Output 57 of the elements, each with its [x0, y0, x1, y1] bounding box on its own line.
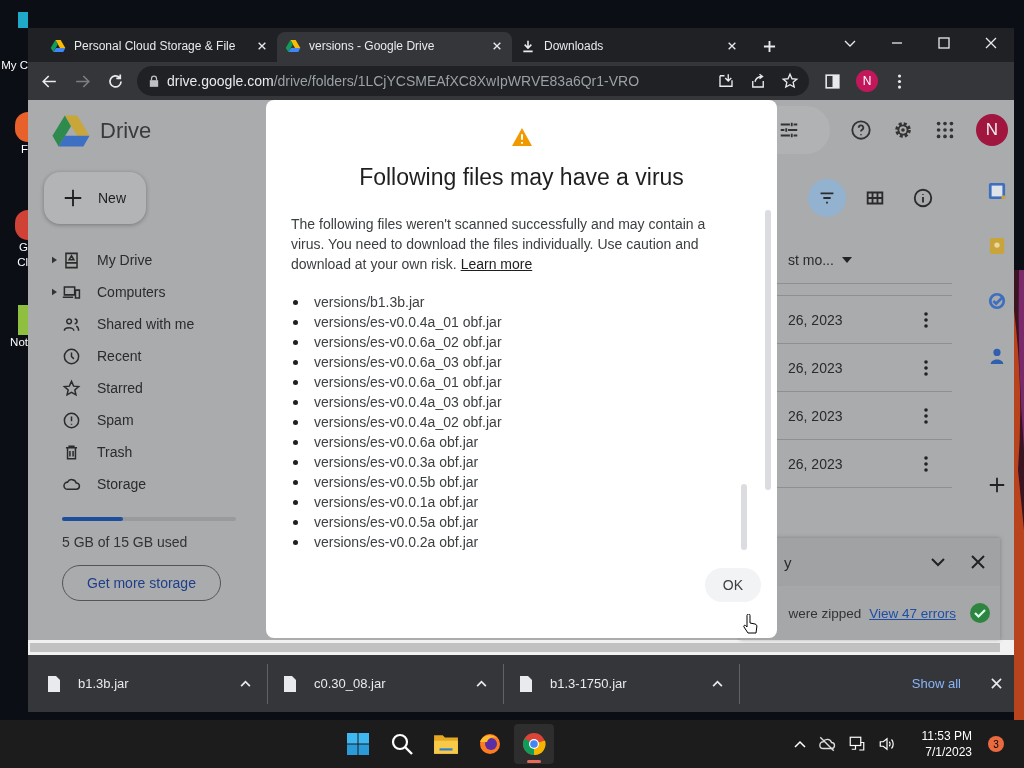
address-bar[interactable]: drive.google.com/drive/folders/1LCjYCSMEAfXC8XwIpWRVE83a6Qr1-VRO — [137, 66, 809, 96]
desktop-icon-label: My C — [1, 58, 28, 73]
dialog-message: The following files weren't scanned successfully and may contain a virus. You need to download the files individually. Use caution and download at your own risk. Learn more — [291, 215, 707, 274]
desktop-icon-label: Cl — [17, 255, 28, 270]
learn-more-link[interactable]: Learn more — [460, 256, 533, 272]
column-header[interactable]: st mo... — [788, 251, 834, 268]
clock-date[interactable]: 7/1/2023 — [925, 744, 972, 760]
file-name: versions/es-v0.0.2a obf.jar — [314, 534, 479, 550]
profile-avatar[interactable]: N — [856, 70, 878, 92]
file-name: versions/es-v0.0.6a_01 obf.jar — [314, 374, 502, 390]
nav-item[interactable]: Shared with me — [44, 308, 266, 340]
file-name: versions/es-v0.0.3a obf.jar — [314, 454, 479, 470]
nav-item[interactable]: Spam — [44, 404, 266, 436]
status-text: were zipped — [788, 605, 862, 621]
desktop-icon-label: Not — [10, 335, 28, 350]
dialog-title: Following files may have a virus — [359, 164, 684, 191]
file-name: versions/es-v0.0.4a_01 obf.jar — [314, 314, 502, 330]
browser-tab[interactable]: Personal Cloud Storage & File — [42, 32, 277, 62]
file-name: versions/es-v0.0.6a obf.jar — [314, 434, 479, 450]
nav-item[interactable]: Computers — [44, 276, 266, 308]
file-name: versions/es-v0.0.6a_02 obf.jar — [314, 334, 502, 350]
notification-badge[interactable]: 3 — [988, 736, 1004, 752]
desktop-icon-label: G — [19, 240, 28, 255]
table-cell-text: 26, 2023 — [788, 311, 844, 328]
account-avatar[interactable]: N — [976, 114, 1008, 146]
table-cell-text: 26, 2023 — [788, 359, 844, 376]
ok-button[interactable]: OK — [704, 568, 761, 602]
desktop-icon-label: F — [20, 142, 28, 157]
file-name: versions/es-v0.0.4a_02 obf.jar — [314, 414, 502, 430]
url-text: drive.google.com/drive/folders/1LCjYCSMEAfXC8XwIpWRVE83a6Qr1-VRO — [167, 73, 640, 89]
tab-title: Downloads — [544, 39, 605, 53]
file-name: versions/es-v0.0.4a_03 obf.jar — [314, 394, 502, 410]
clock-time[interactable]: 11:53 PM — [921, 728, 972, 744]
nav-item[interactable]: Recent — [44, 340, 266, 372]
tab-title: Personal Cloud Storage & File — [74, 39, 237, 53]
app-title: Drive — [100, 118, 152, 144]
file-name: versions/es-v0.0.5a obf.jar — [314, 514, 479, 530]
show-all-link[interactable]: Show all — [911, 676, 961, 691]
browser-tab[interactable]: versions - Google Drive — [277, 32, 512, 62]
nav-item[interactable]: Storage — [44, 468, 266, 500]
download-item[interactable]: b1.3b.jar — [48, 663, 268, 704]
table-cell-text: 26, 2023 — [788, 407, 844, 424]
table-cell-text: 26, 2023 — [788, 455, 844, 472]
nav-item[interactable]: Starred — [44, 372, 266, 404]
file-name: versions/es-v0.0.1a obf.jar — [314, 494, 479, 510]
download-item[interactable]: c0.30_08.jar — [284, 663, 504, 704]
nav-item[interactable]: My Drive — [44, 244, 266, 276]
nav-item[interactable]: Trash — [44, 436, 266, 468]
file-name: versions/es-v0.0.5b obf.jar — [314, 474, 479, 490]
panel-title: y — [784, 553, 792, 571]
storage-text: 5 GB of 15 GB used — [62, 534, 189, 550]
tab-title: versions - Google Drive — [309, 39, 436, 53]
file-name: versions/b1.3b.jar — [314, 294, 425, 310]
browser-tab[interactable]: Downloads — [512, 32, 747, 62]
file-name: versions/es-v0.0.6a_03 obf.jar — [314, 354, 502, 370]
new-button[interactable]: New — [44, 172, 146, 224]
download-item[interactable]: b1.3-1750.jar — [520, 663, 740, 704]
